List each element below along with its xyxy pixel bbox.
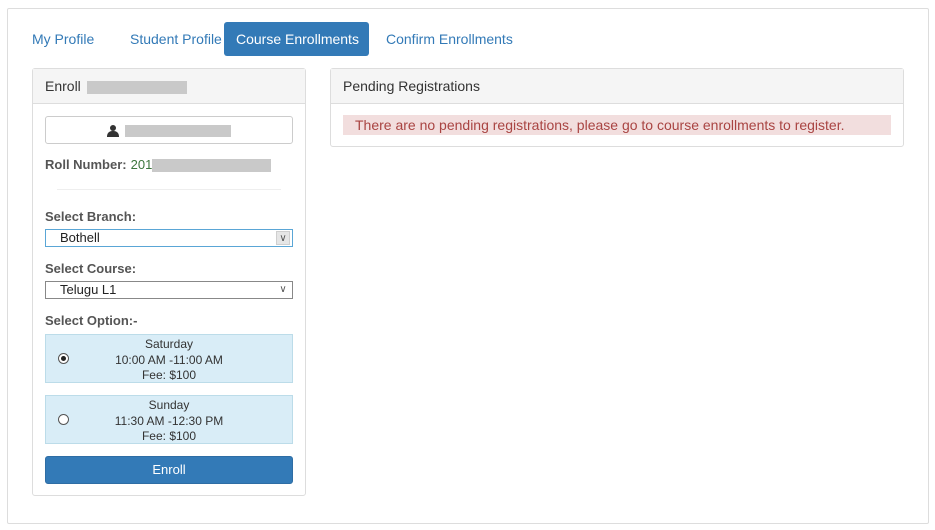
- chevron-down-icon[interactable]: ∨: [276, 283, 290, 297]
- enroll-panel-heading: Enroll: [33, 69, 305, 104]
- course-select-value: Telugu L1: [60, 282, 117, 297]
- option-fee: Fee: $100: [141, 429, 197, 443]
- student-name-box: [45, 116, 293, 144]
- option-time: 11:30 AM -12:30 PM: [114, 413, 224, 428]
- redacted-roll-number: [152, 159, 272, 173]
- option-saturday[interactable]: Saturday 10:00 AM -11:00 AM Fee: $100: [45, 334, 293, 383]
- enroll-button[interactable]: Enroll: [45, 456, 293, 484]
- no-pending-alert: There are no pending registrations, plea…: [343, 115, 891, 135]
- radio-sunday[interactable]: [58, 414, 69, 425]
- tab-course-enrollments[interactable]: Course Enrollments: [224, 22, 369, 56]
- main-container: My Profile Student Profile Course Enroll…: [7, 8, 929, 524]
- select-option-label: Select Option:-: [45, 313, 138, 328]
- option-fee: Fee: $100: [141, 368, 197, 382]
- branch-select-value: Bothell: [60, 230, 100, 245]
- divider: [57, 189, 281, 190]
- enroll-panel: Enroll Roll Number: 201 Select Branch: Bo…: [32, 68, 306, 496]
- redacted-student-name: [86, 80, 187, 94]
- tab-student-profile[interactable]: Student Profile: [118, 22, 222, 56]
- tab-my-profile[interactable]: My Profile: [24, 22, 110, 56]
- user-icon: [107, 124, 120, 137]
- course-select[interactable]: Telugu L1 ∨: [45, 281, 293, 299]
- radio-saturday[interactable]: [58, 353, 69, 364]
- chevron-down-icon[interactable]: ∨: [276, 231, 290, 245]
- pending-panel-heading: Pending Registrations: [331, 69, 903, 104]
- enroll-heading-label: Enroll: [45, 78, 81, 94]
- roll-number-value: 201: [130, 157, 153, 172]
- select-course-label: Select Course:: [45, 261, 137, 276]
- select-branch-label: Select Branch:: [45, 209, 137, 224]
- branch-select[interactable]: Bothell ∨: [45, 229, 293, 247]
- option-day: Saturday: [144, 337, 194, 351]
- pending-registrations-panel: Pending Registrations There are no pendi…: [330, 68, 904, 147]
- option-time: 10:00 AM -11:00 AM: [115, 352, 223, 367]
- tab-confirm-enrollments[interactable]: Confirm Enrollments: [374, 22, 514, 56]
- roll-number: Roll Number: 201: [45, 157, 272, 173]
- roll-number-label: Roll Number:: [45, 157, 127, 172]
- redacted-username: [124, 124, 231, 137]
- option-sunday[interactable]: Sunday 11:30 AM -12:30 PM Fee: $100: [45, 395, 293, 444]
- option-day: Sunday: [148, 398, 190, 412]
